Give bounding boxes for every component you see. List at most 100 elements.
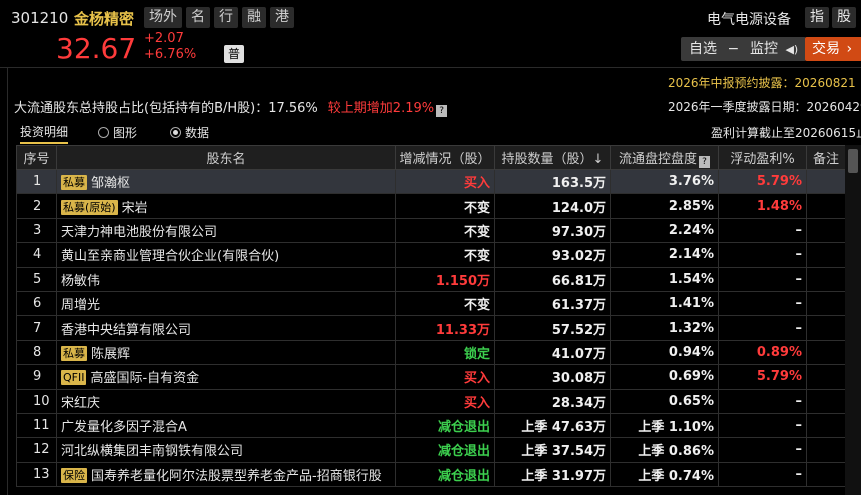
change-cell: 1.150万 <box>395 266 495 292</box>
holder-name-cell[interactable]: 宋红庆 <box>56 388 396 414</box>
row-index: 3 <box>16 217 57 244</box>
table-row[interactable]: 7 香港中央结算有限公司 11.33万 57.52万 1.32% – <box>16 315 861 341</box>
table-row[interactable]: 10 宋红庆 买入 28.34万 0.65% – <box>16 388 861 414</box>
holder-name-cell[interactable]: 杨敏伟 <box>56 266 396 292</box>
holder-name-cell[interactable]: 周增光 <box>56 290 396 317</box>
quantity-cell: 93.02万 <box>494 242 611 268</box>
row-index: 8 <box>16 339 57 366</box>
change-cell: 买入 <box>395 388 495 414</box>
quantity-cell: 41.07万 <box>494 339 611 366</box>
change-percent: +6.76% <box>144 47 197 62</box>
tag-otc[interactable]: 场外 <box>144 7 182 28</box>
stock-button[interactable]: 股 <box>832 7 856 28</box>
quantity-cell: 97.30万 <box>494 217 611 244</box>
table-row[interactable]: 8 私募 陈展辉 锁定 41.07万 0.94% 0.89% <box>16 339 861 366</box>
holder-name-cell[interactable]: 河北纵横集团丰南钢铁有限公司 <box>56 437 396 463</box>
tag-margin[interactable]: 融 <box>242 7 266 28</box>
monitor-button[interactable]: 监控 ◀) <box>742 37 807 61</box>
holder-name: 香港中央结算有限公司 <box>61 322 192 338</box>
col-control-ratio-label: 流通盘控盘度 <box>618 151 697 167</box>
holder-type-badge: 私募 <box>61 175 87 191</box>
trade-button[interactable]: 交易 › <box>805 37 861 61</box>
table-row[interactable]: 12 河北纵横集团丰南钢铁有限公司 减仓退出 上季 37.54万 上季 0.86% – <box>16 437 861 463</box>
holder-name: 黄山至亲商业管理合伙企业(有限合伙) <box>61 249 280 265</box>
index-button[interactable]: 指 <box>805 7 829 28</box>
holder-name-cell[interactable]: QFII 高盛国际-自有资金 <box>56 364 396 390</box>
stock-name[interactable]: 金杨精密 <box>74 8 134 29</box>
row-index: 9 <box>16 364 57 390</box>
radio-data[interactable]: 数据 <box>170 124 209 141</box>
row-index: 7 <box>16 315 57 341</box>
tab-investment-detail[interactable]: 投资明细 <box>20 123 69 144</box>
row-index: 12 <box>16 437 57 463</box>
table-row[interactable]: 2 私募(原始) 宋岩 不变 124.0万 2.85% 1.48% <box>16 193 861 219</box>
ordinary-badge: 普 <box>224 45 244 63</box>
quantity-cell: 61.37万 <box>494 290 611 317</box>
holder-name: 邹瀚枢 <box>91 176 131 192</box>
industry-link[interactable]: 电气电源设备 <box>707 9 791 29</box>
change-cell: 减仓退出 <box>395 412 495 439</box>
report-notice: 2026年中报预约披露：20260821 <box>668 76 856 90</box>
col-holder-name[interactable]: 股东名 <box>56 145 396 170</box>
watchlist-button[interactable]: 自选 − <box>681 37 748 61</box>
holder-name-cell[interactable]: 私募 邹瀚枢 <box>56 168 396 195</box>
table-row[interactable]: 13 保险 国寿养老量化阿尔法股票型养老金产品-招商银行股 减仓退出 上季 31.97万… <box>16 461 861 488</box>
view-controls: 投资明细 图形 数据 盈利计算截止至20260615止 <box>0 121 861 144</box>
holder-name: 天津力神电池股份有限公司 <box>61 224 218 240</box>
table-row[interactable]: 4 黄山至亲商业管理合伙企业(有限合伙) 不变 93.02万 2.14% – <box>16 242 861 268</box>
control-ratio-cell: 2.24% <box>610 217 719 244</box>
holder-name-cell[interactable]: 天津力神电池股份有限公司 <box>56 217 396 244</box>
col-control-ratio[interactable]: 流通盘控盘度? <box>610 145 719 170</box>
summary-text: 大流通股东总持股占比(包括持有的B/H股)：17.56% <box>14 101 318 116</box>
last-price: 32.67 <box>56 32 137 65</box>
chevron-right-icon: › <box>846 41 853 57</box>
float-profit-cell: – <box>718 242 807 268</box>
col-float-profit[interactable]: 浮动盈利% <box>718 145 807 170</box>
question-icon[interactable]: ? <box>699 155 710 168</box>
tag-ming[interactable]: 名 <box>186 7 210 28</box>
holder-name-cell[interactable]: 私募 陈展辉 <box>56 339 396 366</box>
holder-name: 宋岩 <box>121 200 148 216</box>
scrollbar-thumb[interactable] <box>848 149 858 173</box>
col-change[interactable]: 增减情况（股） <box>395 145 495 170</box>
float-profit-cell: 5.79% <box>718 364 807 390</box>
holder-name: 宋红庆 <box>61 395 101 411</box>
change-cell: 不变 <box>395 217 495 244</box>
control-ratio-cell: 2.14% <box>610 242 719 268</box>
quantity-cell: 30.08万 <box>494 364 611 390</box>
table-row[interactable]: 6 周增光 不变 61.37万 1.41% – <box>16 290 861 317</box>
holding-summary: 大流通股东总持股占比(包括持有的B/H股)：17.56% 较上期增加2.19%? <box>14 97 448 117</box>
holder-type-badge: 保险 <box>61 467 87 483</box>
col-quantity[interactable]: 持股数量（股）↓ <box>494 145 611 170</box>
holder-name-cell[interactable]: 私募(原始) 宋岩 <box>56 193 396 219</box>
float-profit-cell: – <box>718 388 807 414</box>
watchlist-label: 自选 <box>689 41 717 57</box>
holder-name-cell[interactable]: 香港中央结算有限公司 <box>56 315 396 341</box>
quantity-cell: 163.5万 <box>494 168 611 195</box>
control-ratio-cell: 1.32% <box>610 315 719 341</box>
holder-name-cell[interactable]: 广发量化多因子混合A <box>56 412 396 439</box>
col-index[interactable]: 序号 <box>16 145 57 170</box>
control-ratio-cell: 上季 1.10% <box>610 412 719 439</box>
tag-hang[interactable]: 行 <box>214 7 238 28</box>
radio-chart[interactable]: 图形 <box>98 124 137 141</box>
quantity-cell: 57.52万 <box>494 315 611 341</box>
holder-name-cell[interactable]: 保险 国寿养老量化阿尔法股票型养老金产品-招商银行股 <box>56 461 396 488</box>
table-row[interactable]: 11 广发量化多因子混合A 减仓退出 上季 47.63万 上季 1.10% – <box>16 412 861 439</box>
table-row[interactable]: 1 私募 邹瀚枢 买入 163.5万 3.76% 5.79% <box>16 168 861 195</box>
holder-name-cell[interactable]: 黄山至亲商业管理合伙企业(有限合伙) <box>56 242 396 268</box>
holder-type-badge: 私募 <box>61 345 87 361</box>
control-ratio-cell: 0.94% <box>610 339 719 366</box>
question-icon[interactable]: ? <box>436 105 448 117</box>
vertical-scrollbar[interactable] <box>845 145 861 495</box>
quantity-cell: 66.81万 <box>494 266 611 292</box>
disclosure-date: 2026年一季度披露日期：20260429 <box>668 100 861 114</box>
holder-name: 河北纵横集团丰南钢铁有限公司 <box>61 444 244 460</box>
float-profit-cell: 5.79% <box>718 168 807 195</box>
table-row[interactable]: 3 天津力神电池股份有限公司 不变 97.30万 2.24% – <box>16 217 861 244</box>
radio-chart-label: 图形 <box>113 126 138 140</box>
radio-data-label: 数据 <box>185 126 210 140</box>
table-row[interactable]: 5 杨敏伟 1.150万 66.81万 1.54% – <box>16 266 861 292</box>
tag-hk[interactable]: 港 <box>270 7 294 28</box>
table-row[interactable]: 9 QFII 高盛国际-自有资金 买入 30.08万 0.69% 5.79% <box>16 364 861 390</box>
